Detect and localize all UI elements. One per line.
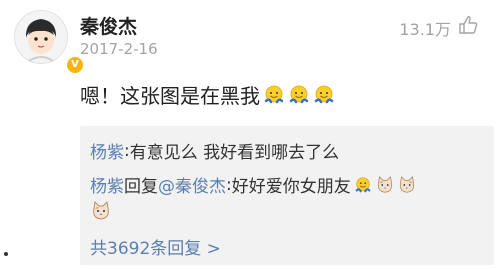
reply-item[interactable]: 杨紫 回复 @秦俊杰 : 好好爱你女朋友 [90,172,417,197]
cat-emoji-icon [399,175,414,193]
emoji-icon [355,176,371,192]
reply-text: 有意见么 我好看到哪去了么 [129,143,340,163]
decorative-dot [4,252,8,256]
comment-text: 嗯！这张图是在黑我 [80,80,335,109]
avatar[interactable]: V [14,10,85,75]
reply-mention[interactable]: @秦俊杰 [158,172,226,197]
comment-card: V 秦俊杰 2017-2-16 13.1万 嗯！这张图是在黑我 杨紫: 有意见… [0,0,499,269]
emoji-icon [264,85,284,103]
like-count: 13.1万 [399,20,451,39]
post-date: 2017-2-16 [80,40,158,58]
verified-badge-icon: V [65,55,85,75]
author-name[interactable]: 秦俊杰 [80,12,137,39]
cat-emoji-icon [93,201,109,220]
cat-emoji-icon [377,175,392,193]
view-all-replies-link[interactable]: 共3692条回复 > [90,234,221,259]
reply-word: 回复 [124,177,158,197]
reply-user[interactable]: 杨紫 [90,138,124,163]
replies-box: 杨紫 : 有意见么 我好看到哪去了么 杨紫 回复 @秦俊杰 : 好好爱你女朋友 [80,126,494,265]
reply-text: 好好爱你女朋友 [231,177,351,197]
emoji-icon [314,85,334,103]
thumbs-up-icon[interactable] [457,14,479,40]
comment-body: 嗯！这张图是在黑我 [80,84,260,108]
reply-item[interactable]: 杨紫 : 有意见么 我好看到哪去了么 [90,138,340,164]
reply-user[interactable]: 杨紫 [90,172,124,197]
emoji-icon [289,85,309,103]
avatar-image [15,11,67,63]
